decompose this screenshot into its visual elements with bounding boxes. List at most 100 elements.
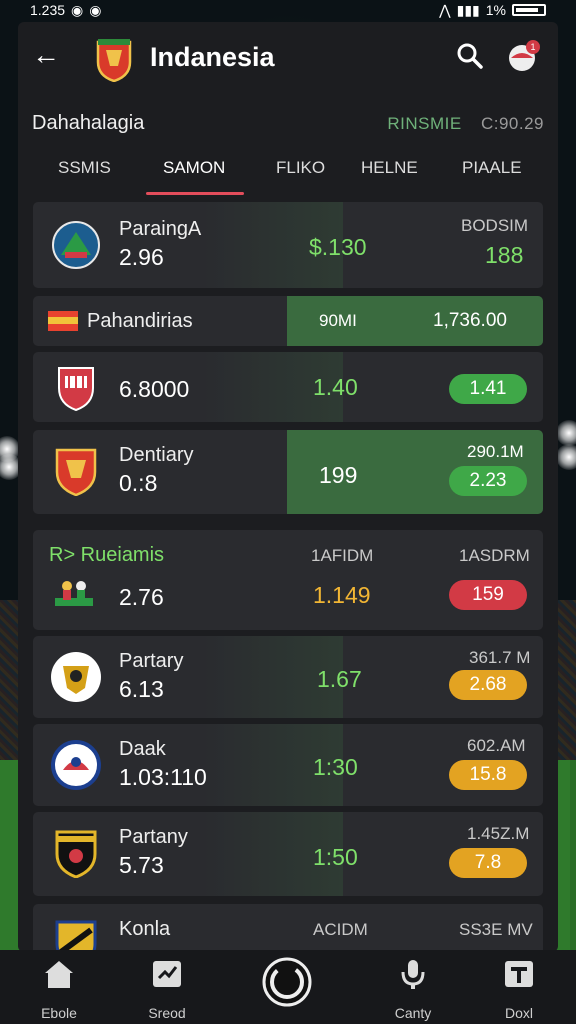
- status-time: 1.235: [30, 2, 66, 18]
- row-mid-label: ACIDM: [313, 920, 368, 939]
- row-name: Konla: [119, 918, 171, 940]
- odds-pill[interactable]: 1.41: [449, 374, 527, 404]
- row-small-label: 1ASDRM: [459, 546, 530, 565]
- row-name: R> Rueiamis: [49, 544, 165, 566]
- row-odds: $.130: [309, 234, 367, 260]
- row-odds: 1:30: [313, 754, 358, 780]
- section-title: Dahahalagia: [32, 112, 145, 134]
- search-icon[interactable]: [456, 42, 484, 70]
- row-value: 6.8000: [119, 376, 190, 402]
- row-value: 6.13: [119, 676, 164, 702]
- row-value: 2.96: [119, 244, 164, 270]
- row-small-label: 602.AM: [467, 736, 526, 755]
- microphone-icon: [401, 960, 425, 989]
- list-item[interactable]: R> Rueiamis 2.76 1AFIDM 1.149 1ASDRM 159: [33, 530, 543, 630]
- odds-pill[interactable]: 2.68: [449, 670, 527, 700]
- floodlight: [556, 444, 576, 470]
- row-odds: 1.67: [317, 666, 362, 692]
- page-title: Indanesia: [150, 42, 275, 72]
- players-icon: [55, 581, 93, 606]
- team-crest-icon: [96, 39, 132, 82]
- row-odds: 1.40: [313, 374, 358, 400]
- notification-ball-icon[interactable]: 1: [506, 38, 542, 74]
- home-icon: [45, 961, 73, 988]
- profile-icon: [505, 961, 533, 987]
- odds-pill[interactable]: 2.23: [449, 466, 527, 496]
- row-right-value: 1,736.00: [433, 310, 507, 331]
- club-logo-icon: [51, 652, 101, 702]
- club-logo-icon: [52, 221, 100, 269]
- nav-label: Doxl: [504, 1005, 533, 1021]
- arrow-left-icon[interactable]: ←: [32, 40, 62, 70]
- row-odds: 1:50: [313, 844, 358, 870]
- nav-item-stats[interactable]: Sreod: [132, 958, 202, 1021]
- list-item[interactable]: ParaingA 2.96 $.130 BODSIM 188: [33, 202, 543, 288]
- row-right-value: 188: [485, 242, 524, 268]
- row-small-label: 1.45Z.M: [467, 824, 530, 843]
- list-item[interactable]: Daak 1.03:110 1:30 602.AM 15.8: [33, 724, 543, 806]
- row-value: 5.73: [119, 852, 164, 878]
- row-odds: 1.149: [313, 582, 371, 608]
- battery-percent: 1%: [485, 2, 506, 18]
- stats-icon: [153, 961, 181, 987]
- floodlight: [556, 420, 576, 446]
- sub-right-value: C:90.29: [480, 114, 544, 133]
- row-value: 0.:8: [119, 470, 158, 496]
- sub-right-info: RINSMIE C:90.29: [387, 114, 544, 134]
- active-tab-indicator: [146, 192, 244, 195]
- odds-pill[interactable]: 159: [449, 580, 527, 610]
- club-logo-icon: [55, 830, 97, 878]
- list-item[interactable]: 6.8000 1.40 1.41: [33, 352, 543, 422]
- tab-samon[interactable]: SAMON: [163, 158, 225, 178]
- list-item[interactable]: Dentiary 0.:8 199 290.1M 2.23: [33, 430, 543, 514]
- sub-right-label: RINSMIE: [387, 114, 462, 133]
- tab-fliko[interactable]: FLIKO: [276, 158, 325, 178]
- list-item[interactable]: Pahandirias 90MI 1,736.00: [33, 296, 543, 346]
- row-value: 1.03:110: [119, 764, 207, 790]
- club-logo-icon: [58, 367, 94, 412]
- list-item[interactable]: Partany 5.73 1:50 1.45Z.M 7.8: [33, 812, 543, 896]
- row-mid-label: 1AFIDM: [311, 546, 374, 565]
- club-logo-icon: [55, 448, 97, 496]
- notification-badge: 1: [530, 42, 535, 52]
- ball-icon: [262, 957, 312, 1007]
- tab-ssmis[interactable]: SSMIS: [58, 158, 111, 178]
- odds-pill[interactable]: 7.8: [449, 848, 527, 878]
- nav-label: Ebole: [41, 1005, 77, 1021]
- row-name: Partany: [119, 826, 188, 848]
- list-item[interactable]: Konla ACIDM SS3E MV: [33, 904, 543, 952]
- row-name: ParaingA: [119, 218, 202, 240]
- flag-icon: [48, 311, 78, 331]
- nav-item-audio[interactable]: Canty: [378, 958, 448, 1021]
- row-odds: 199: [319, 462, 358, 488]
- tab-bar: SSMIS SAMON FLIKO HELNE PIAALE: [18, 154, 558, 198]
- signal-icon: ▮▮▮: [456, 1, 480, 18]
- nav-label: Canty: [394, 1005, 432, 1021]
- row-name: Pahandirias: [87, 310, 193, 332]
- row-small-label: 361.7 M: [469, 648, 531, 667]
- nav-item-profile[interactable]: Doxl: [484, 958, 554, 1021]
- settings-dot-icon: ◉: [89, 1, 102, 18]
- notification-dot-icon: ◉: [71, 1, 84, 18]
- wifi-icon: ⋀: [439, 1, 451, 18]
- odds-pill[interactable]: 15.8: [449, 760, 527, 790]
- row-name: Daak: [119, 738, 166, 760]
- row-mid-label: 90MI: [319, 311, 357, 330]
- app-panel: ← Indanesia 1 Dahahalagia RINSMIE C:90.2…: [18, 22, 558, 952]
- list-item[interactable]: Partary 6.13 1.67 361.7 M 2.68: [33, 636, 543, 718]
- tab-piaale[interactable]: PIAALE: [462, 158, 522, 178]
- club-logo-icon: [55, 920, 97, 952]
- club-logo-icon: [51, 740, 101, 790]
- nav-item-home[interactable]: Ebole: [24, 958, 94, 1021]
- row-small-label: 290.1M: [467, 442, 524, 461]
- header: ← Indanesia 1: [18, 22, 558, 92]
- battery-icon: [512, 4, 546, 16]
- row-name: Partary: [119, 650, 184, 672]
- nav-label: Sreod: [148, 1005, 186, 1021]
- tab-helne[interactable]: HELNE: [361, 158, 418, 178]
- row-value: 2.76: [119, 584, 164, 610]
- row-small-label: BODSIM: [461, 216, 529, 235]
- bottom-nav: Ebole Sreod Canty Doxl: [0, 950, 576, 1024]
- nav-item-live[interactable]: [252, 956, 322, 1008]
- row-name: Dentiary: [119, 444, 194, 466]
